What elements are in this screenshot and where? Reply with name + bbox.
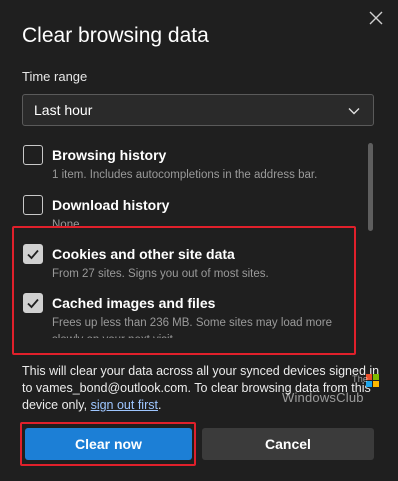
close-icon[interactable] xyxy=(366,8,386,28)
item-title: Download history xyxy=(52,197,170,213)
time-range-select[interactable]: Last hour xyxy=(22,94,374,126)
item-title: Cached images and files xyxy=(52,295,216,311)
cached-images-checkbox[interactable] xyxy=(23,293,43,313)
sync-note-suffix: . xyxy=(157,398,162,412)
download-history-checkbox[interactable] xyxy=(23,195,43,215)
checkmark-icon xyxy=(27,249,39,260)
time-range-value: Last hour xyxy=(34,102,93,118)
cancel-button[interactable]: Cancel xyxy=(202,428,374,460)
item-description: From 27 sites. Signs you out of most sit… xyxy=(52,268,269,280)
item-description: None xyxy=(52,219,80,231)
chevron-down-icon xyxy=(348,108,360,115)
clear-now-button[interactable]: Clear now xyxy=(25,428,192,460)
sign-out-link[interactable]: sign out first xyxy=(91,398,158,412)
time-range-label: Time range xyxy=(22,69,88,84)
checkmark-icon xyxy=(27,298,39,309)
sync-note: This will clear your data across all you… xyxy=(22,363,382,414)
browsing-history-checkbox[interactable] xyxy=(23,145,43,165)
sync-note-text: This will clear your data across all you… xyxy=(22,364,380,412)
item-title: Browsing history xyxy=(52,147,167,163)
list-scrollbar[interactable] xyxy=(368,143,373,231)
data-type-list[interactable]: Browsing history 1 item. Includes autoco… xyxy=(22,140,362,338)
item-description: 1 item. Includes autocompletions in the … xyxy=(52,169,318,181)
clear-browsing-data-dialog: Clear browsing data Time range Last hour… xyxy=(0,0,398,481)
cookies-checkbox[interactable] xyxy=(23,244,43,264)
item-description: Frees up less than 236 MB. Some sites ma… xyxy=(52,317,332,338)
item-title: Cookies and other site data xyxy=(52,246,235,262)
dialog-title: Clear browsing data xyxy=(22,24,209,47)
